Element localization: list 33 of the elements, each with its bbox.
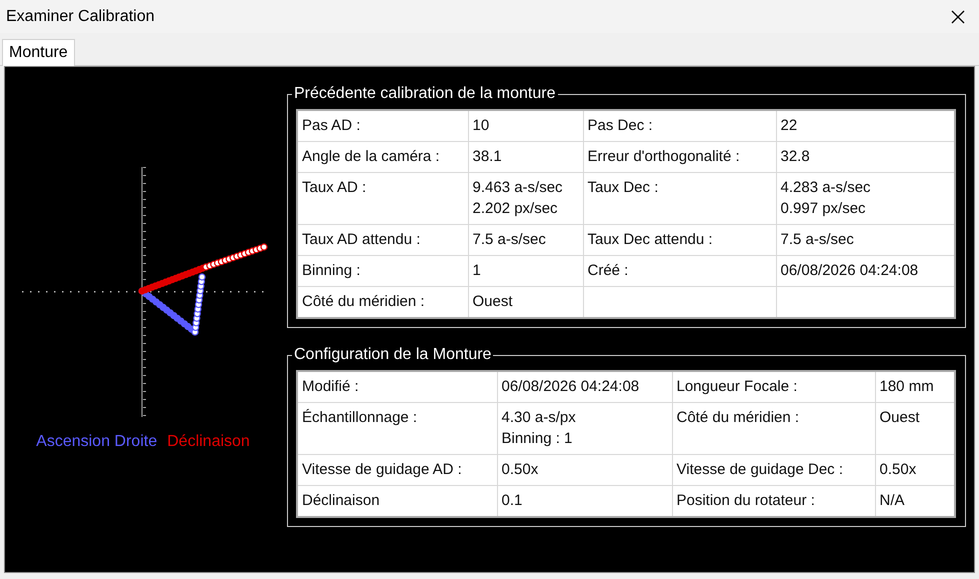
table-cell: Taux AD : <box>297 172 468 224</box>
table-cell: 06/08/2026 04:24:08 <box>497 371 672 402</box>
legend-label: Déclinaison <box>167 433 250 451</box>
table-cell: Taux Dec : <box>583 172 776 224</box>
table-cell: Angle de la caméra : <box>297 142 468 172</box>
group-title: Précédente calibration de la monture <box>293 85 556 103</box>
table-cell: 4.30 a-s/px Binning : 1 <box>497 402 672 454</box>
table-cell: Vitesse de guidage AD : <box>297 454 497 486</box>
table-cell: 7.5 a-s/sec <box>468 224 583 256</box>
table-cell: Vitesse de guidage Dec : <box>672 454 875 486</box>
table-cell: Créé : <box>583 256 776 286</box>
table-cell: Pas Dec : <box>583 110 776 142</box>
ascension-return-dot-series <box>191 273 206 336</box>
table-cell: Binning : <box>297 256 468 286</box>
table-cell: Taux Dec attendu : <box>583 224 776 256</box>
table-cell: Longueur Focale : <box>672 371 875 402</box>
table-cell: 38.1 <box>468 142 583 172</box>
legend-label: Ascension Droite <box>36 433 158 451</box>
table-cell: 0.50x <box>497 454 672 486</box>
table-cell: Côté du méridien : <box>672 402 875 454</box>
window-title: Examiner Calibration <box>6 8 155 26</box>
table-cell: Échantillonnage : <box>297 402 497 454</box>
group-title: Configuration de la Monture <box>293 346 492 364</box>
table-cell: Taux AD attendu : <box>297 224 468 256</box>
table-cell: 9.463 a-s/sec 2.202 px/sec <box>468 172 583 224</box>
close-icon <box>951 10 965 24</box>
declination-return-dot-series <box>202 243 268 271</box>
table-cell: 1 <box>468 256 583 286</box>
tab[interactable]: Monture <box>2 39 75 66</box>
table-cell: 10 <box>468 110 583 142</box>
table-cell: Pas AD : <box>297 110 468 142</box>
table-cell: Erreur d'orthogonalité : <box>583 142 776 172</box>
table-cell: Modifié : <box>297 371 497 402</box>
